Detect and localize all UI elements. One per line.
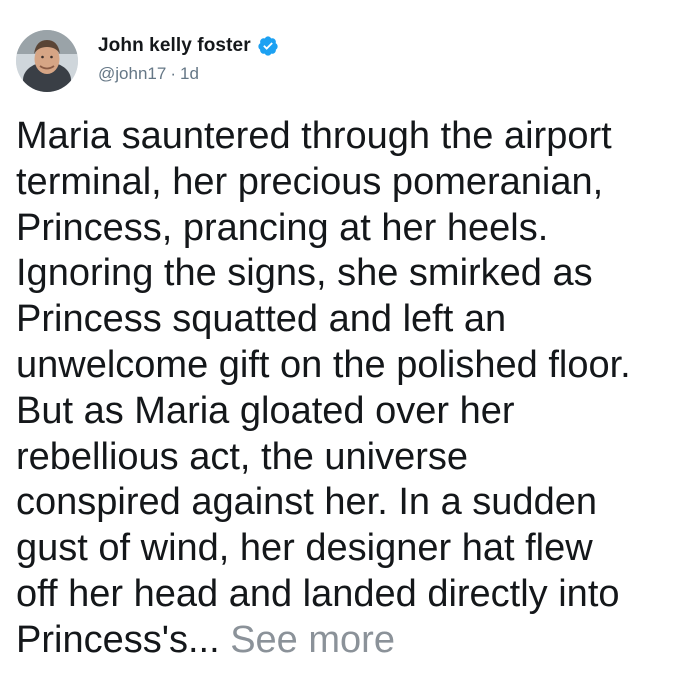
tweet-card: John kelly foster @john17 · 1d Maria saunt…: [0, 0, 700, 700]
timestamp[interactable]: 1d: [180, 64, 199, 83]
separator: ·: [170, 64, 176, 83]
see-more-link[interactable]: See more: [230, 619, 395, 661]
verified-badge-icon: [257, 35, 279, 57]
avatar[interactable]: [16, 30, 78, 92]
handle[interactable]: @john17: [98, 64, 166, 83]
handle-row: @john17 · 1d: [98, 64, 279, 84]
tweet-body: Maria sauntered through the airport term…: [16, 115, 631, 661]
name-row: John kelly foster: [98, 34, 279, 58]
display-name[interactable]: John kelly foster: [98, 34, 251, 58]
tweet-text: Maria sauntered through the airport term…: [16, 114, 696, 664]
author-meta: John kelly foster @john17 · 1d: [98, 34, 279, 84]
tweet-header: John kelly foster @john17 · 1d: [16, 30, 279, 96]
avatar-image: [16, 30, 78, 92]
